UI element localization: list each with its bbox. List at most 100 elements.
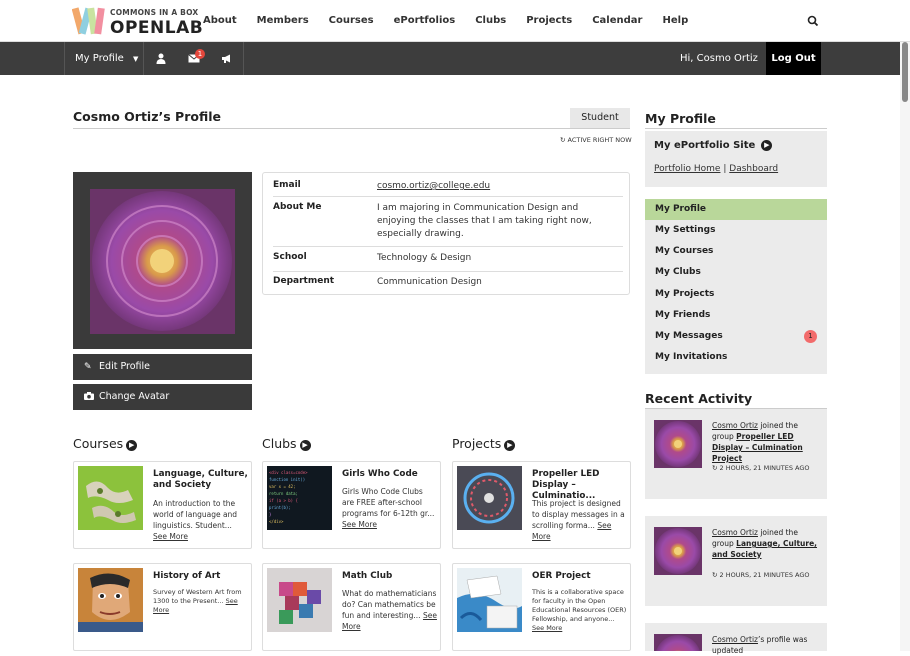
arrow-right-icon: ▶ <box>299 440 311 451</box>
activity-time-label: 2 HOURS, 21 MINUTES AGO <box>719 464 810 472</box>
field-label: Department <box>273 276 335 286</box>
admin-my-profile-menu[interactable]: My Profile ▼ <box>64 42 144 75</box>
greeting-text[interactable]: Hi, Cosmo Ortiz <box>680 42 758 75</box>
svg-text:}: } <box>269 512 271 517</box>
card-description: This is a collaborative space for facult… <box>532 588 627 632</box>
card-title[interactable]: Girls Who Code <box>342 469 437 480</box>
sidebar-item-my-clubs[interactable]: My Clubs <box>645 262 827 283</box>
field-label: School <box>273 252 307 262</box>
card-title[interactable]: Math Club <box>342 571 437 582</box>
card-description: This project is designed to display mess… <box>532 499 625 541</box>
sidebar-item-my-messages[interactable]: My Messages 1 <box>645 326 827 347</box>
svg-text:return data;: return data; <box>269 491 298 496</box>
caret-down-icon: ▼ <box>133 55 139 63</box>
arrow-right-icon: ▶ <box>504 440 516 451</box>
sidebar-menu: My Profile My Settings My Courses My Clu… <box>645 199 827 374</box>
active-status: ↻ ACTIVE RIGHT NOW <box>560 136 632 144</box>
nav-item-calendar[interactable]: Calendar <box>582 0 652 42</box>
card-description: Girls Who Code Clubs are FREE after-scho… <box>342 487 435 529</box>
courses-heading[interactable]: Courses ▶ <box>73 436 138 451</box>
card-title[interactable]: Language, Culture, and Society <box>153 469 248 491</box>
scrollbar-thumb[interactable] <box>902 42 908 102</box>
activity-user-link[interactable]: Cosmo Ortiz <box>712 528 758 537</box>
card-description: Survey of Western Art from 1300 to the P… <box>153 588 242 614</box>
nav-item-members[interactable]: Members <box>247 0 319 42</box>
nav-item-eportfolios[interactable]: ePortfolios <box>384 0 466 42</box>
user-icon[interactable] <box>144 42 177 75</box>
main-menu: About Members Courses ePortfolios Clubs Proje… <box>193 0 810 178</box>
courses-heading-label: Courses <box>73 436 124 451</box>
course-card[interactable]: Language, Culture, and Society An introd… <box>73 461 252 549</box>
activity-text: Cosmo Ortiz’s profile was updated <box>712 634 820 656</box>
sidebar-item-my-courses[interactable]: My Courses <box>645 241 827 262</box>
activity-user-link[interactable]: Cosmo Ortiz <box>712 635 758 644</box>
eportfolio-heading[interactable]: My ePortfolio Site ▶ <box>654 140 773 151</box>
sidebar-item-my-settings[interactable]: My Settings <box>645 220 827 241</box>
club-card[interactable]: Math Club What do mathematicians do? Can… <box>262 563 441 651</box>
field-label: About Me <box>273 202 322 212</box>
eportfolio-links: Portfolio Home | Dashboard <box>654 164 778 174</box>
see-more-link[interactable]: See More <box>153 532 188 541</box>
nav-item-projects[interactable]: Projects <box>516 0 582 42</box>
nav-item-courses[interactable]: Courses <box>319 0 384 42</box>
change-avatar-button[interactable]: Change Avatar <box>73 384 252 410</box>
activity-time: ↻ 2 HOURS, 21 MINUTES AGO <box>712 463 822 474</box>
projects-heading[interactable]: Projects ▶ <box>452 436 516 451</box>
activity-user-link[interactable]: Cosmo Ortiz <box>712 421 758 430</box>
sidebar-item-my-projects[interactable]: My Projects <box>645 284 827 305</box>
card-title[interactable]: OER Project <box>532 571 627 582</box>
openlab-logo[interactable]: COMMONS IN A BOX OPENLAB <box>72 4 203 38</box>
edit-profile-button[interactable]: ✎ Edit Profile <box>73 354 252 380</box>
field-value: I am majoring in Communication Design an… <box>377 203 592 239</box>
field-row-about: About Me I am majoring in Communication … <box>273 202 623 247</box>
search-icon[interactable] <box>806 14 820 28</box>
see-more-link[interactable]: See More <box>532 624 562 632</box>
announcement-icon[interactable] <box>210 42 243 75</box>
course-card[interactable]: History of Art Survey of Western Art fro… <box>73 563 252 651</box>
sidebar-item-label: My Messages <box>655 331 723 341</box>
svg-text:print(b);: print(b); <box>269 505 291 510</box>
message-count-badge: 1 <box>195 49 205 59</box>
dashboard-link[interactable]: Dashboard <box>729 164 778 174</box>
email-link[interactable]: cosmo.ortiz@college.edu <box>377 180 617 193</box>
logo-top-text: COMMONS IN A BOX <box>110 8 199 17</box>
admin-bar-divider <box>243 42 244 75</box>
card-title[interactable]: History of Art <box>153 571 248 582</box>
card-description: An introduction to the world of language… <box>153 499 238 541</box>
sidebar-item-my-invitations[interactable]: My Invitations <box>645 347 827 368</box>
arrow-right-icon: ▶ <box>126 440 138 451</box>
pencil-icon: ✎ <box>84 362 92 372</box>
nav-item-help[interactable]: Help <box>652 0 698 42</box>
activity-avatar[interactable] <box>654 420 702 468</box>
project-card[interactable]: Propeller LED Display – Culminatio... Th… <box>452 461 631 549</box>
arrow-right-icon: ▶ <box>761 140 773 151</box>
nav-item-about[interactable]: About <box>193 0 247 42</box>
clubs-heading[interactable]: Clubs ▶ <box>262 436 311 451</box>
activity-item: Cosmo Ortiz joined the group Language, C… <box>645 516 827 606</box>
sidebar-item-my-friends[interactable]: My Friends <box>645 305 827 326</box>
eportfolio-box: My ePortfolio Site ▶ Portfolio Home | Das… <box>645 131 827 187</box>
activity-avatar[interactable] <box>654 634 702 651</box>
card-description: What do mathematicians do? Can mathemati… <box>342 589 437 631</box>
profile-fields: Email cosmo.ortiz@college.edu About Me I… <box>262 172 630 295</box>
club-card[interactable]: <div class=code> function init() var x =… <box>262 461 441 549</box>
refresh-icon: ↻ <box>560 136 566 144</box>
messages-count-badge: 1 <box>804 330 817 343</box>
nav-item-clubs[interactable]: Clubs <box>465 0 516 42</box>
portfolio-home-link[interactable]: Portfolio Home <box>654 164 720 174</box>
logo-main-text: OPENLAB <box>110 18 204 38</box>
activity-item: Cosmo Ortiz’s profile was updated <box>645 623 827 655</box>
svg-text:var x = 42;: var x = 42; <box>269 484 296 489</box>
activity-time: ↻ 2 HOURS, 21 MINUTES AGO <box>712 570 822 581</box>
scrollbar-track[interactable] <box>900 42 910 651</box>
see-more-link[interactable]: See More <box>342 520 377 529</box>
svg-text:</div>: </div> <box>269 519 284 524</box>
project-card[interactable]: OER Project This is a collaborative spac… <box>452 563 631 651</box>
admin-bar: My Profile ▼ 1 Hi, Cosmo Ortiz Log Out <box>0 42 910 75</box>
project-thumbnail <box>457 466 522 530</box>
activity-avatar[interactable] <box>654 527 702 575</box>
messages-icon[interactable]: 1 <box>177 42 210 75</box>
sidebar-item-my-profile[interactable]: My Profile <box>645 199 827 220</box>
logout-button[interactable]: Log Out <box>766 42 821 75</box>
course-thumbnail <box>78 568 143 632</box>
